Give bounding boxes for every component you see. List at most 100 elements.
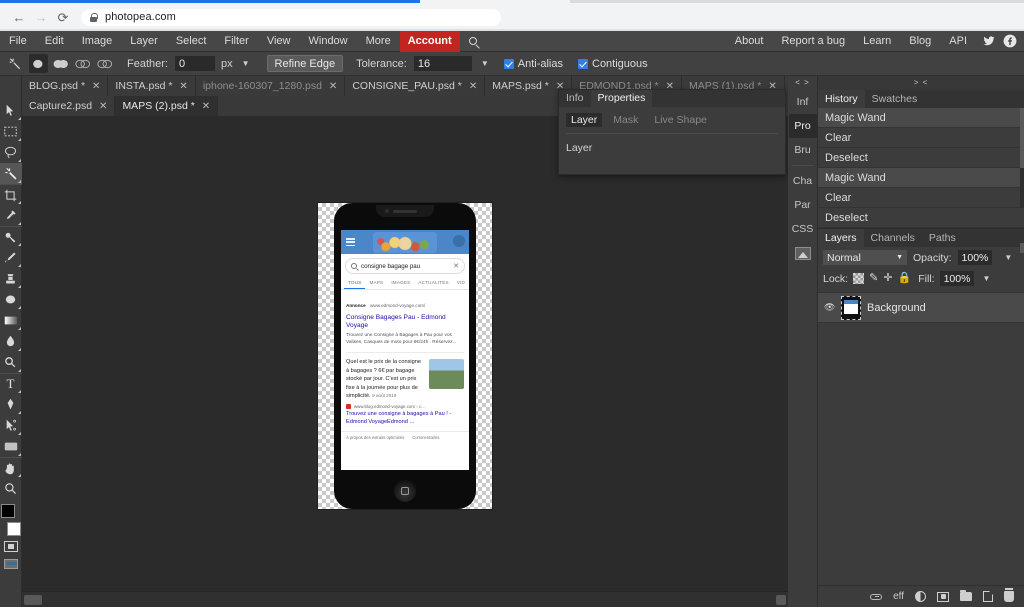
lock-move-icon[interactable]: ✛ — [883, 273, 892, 284]
eraser-tool[interactable] — [0, 289, 22, 310]
crop-tool[interactable] — [0, 184, 22, 205]
close-icon[interactable]: ✕ — [92, 81, 100, 92]
address-bar[interactable]: photopea.com — [81, 8, 501, 26]
delete-layer-icon[interactable] — [1004, 588, 1014, 602]
account-avatar-icon[interactable] — [453, 235, 465, 247]
opacity-input[interactable]: 100% — [957, 250, 993, 265]
search-icon[interactable] — [460, 37, 486, 45]
menu-window[interactable]: Window — [300, 31, 357, 52]
ad-result[interactable]: Annonce www.edmond-voyage.com/ Consigne … — [341, 290, 469, 354]
twitter-icon[interactable] — [981, 33, 997, 49]
lock-paint-icon[interactable]: ✎ — [869, 273, 878, 284]
new-group-icon[interactable] — [960, 589, 972, 601]
selection-mode-add[interactable] — [51, 54, 70, 73]
close-icon[interactable]: ✕ — [179, 81, 187, 92]
screen-mode-icon[interactable] — [0, 555, 22, 573]
tolerance-input[interactable]: 16 — [413, 56, 472, 71]
history-scrollbar[interactable] — [1020, 108, 1024, 208]
menu-more[interactable]: More — [357, 31, 400, 52]
tab-info[interactable]: Info — [559, 90, 591, 107]
google-doodle-icon[interactable] — [373, 232, 437, 253]
tolerance-dropdown-icon[interactable]: ▼ — [481, 59, 489, 68]
image-icon[interactable] — [789, 241, 817, 265]
magic-wand-tool[interactable] — [0, 163, 22, 184]
selection-mode-new[interactable] — [29, 54, 48, 73]
blend-mode-select[interactable]: Normal ▼ — [823, 250, 907, 265]
hand-tool[interactable] — [0, 457, 22, 478]
foreground-color-swatch[interactable] — [0, 504, 15, 518]
close-icon[interactable]: ✕ — [99, 101, 107, 112]
move-tool[interactable] — [0, 100, 22, 121]
menu-edit[interactable]: Edit — [36, 31, 73, 52]
layer-mask-icon[interactable] — [937, 591, 949, 602]
result-tab-maps[interactable]: MAPS — [365, 277, 387, 289]
document-tab[interactable]: INSTA.psd * ✕ — [108, 76, 196, 96]
link-layers-icon[interactable] — [870, 593, 883, 600]
history-item[interactable]: Magic Wand — [818, 108, 1024, 128]
lasso-tool[interactable] — [0, 142, 22, 163]
menu-filter[interactable]: Filter — [215, 31, 257, 52]
contiguous-checkbox[interactable]: Contiguous — [578, 58, 648, 70]
back-arrow-icon[interactable]: ← — [8, 6, 30, 28]
tab-layers[interactable]: Layers — [818, 229, 864, 247]
tab-channels[interactable]: Channels — [864, 229, 922, 247]
color-swatches[interactable] — [0, 503, 22, 537]
menu-layer[interactable]: Layer — [121, 31, 167, 52]
adjustment-layer-icon[interactable] — [915, 591, 926, 602]
ad-title[interactable]: Consigne Bagages Pau - Edmond Voyage — [346, 314, 464, 330]
refine-edge-button[interactable]: Refine Edge — [266, 55, 344, 72]
history-item[interactable]: Clear — [818, 128, 1024, 148]
feather-dropdown-icon[interactable]: ▼ — [242, 59, 250, 68]
snippet-feedback-link[interactable]: Commentaires — [412, 435, 439, 440]
snippet-link-title[interactable]: Trouvez une consigne à bagages à Pau ! -… — [341, 409, 469, 426]
path-select-tool[interactable] — [0, 415, 22, 436]
layer-row[interactable]: 👁 Background — [818, 293, 1024, 323]
rail-item-channels[interactable]: Cha — [789, 169, 817, 193]
lock-transparency-icon[interactable] — [853, 273, 865, 284]
gradient-tool[interactable] — [0, 310, 22, 331]
clear-icon[interactable]: ✕ — [453, 263, 459, 270]
history-item[interactable]: Deselect — [818, 208, 1024, 228]
fill-dropdown-icon[interactable]: ▼ — [982, 274, 990, 283]
close-icon[interactable]: ✕ — [329, 81, 337, 92]
background-color-swatch[interactable] — [6, 522, 21, 536]
result-tab-actualites[interactable]: ACTUALITÉS — [414, 277, 452, 289]
lock-all-icon[interactable]: 🔒 — [898, 273, 912, 284]
subtab-layer[interactable]: Layer — [566, 113, 603, 127]
fill-input[interactable]: 100% — [939, 271, 975, 286]
reload-icon[interactable]: ⟳ — [52, 6, 74, 28]
history-item[interactable]: Deselect — [818, 148, 1024, 168]
marquee-tool[interactable] — [0, 121, 22, 142]
quick-mask-icon[interactable] — [0, 537, 22, 555]
tab-history[interactable]: History — [818, 90, 865, 108]
close-icon[interactable]: ✕ — [202, 101, 210, 112]
healing-brush-tool[interactable] — [0, 226, 22, 247]
result-tab-videos[interactable]: VID — [453, 277, 469, 289]
subtab-mask[interactable]: Mask — [608, 113, 643, 127]
scrollbar-thumb-right[interactable] — [776, 595, 786, 605]
link-api[interactable]: API — [940, 31, 976, 52]
eye-icon[interactable]: 👁 — [824, 302, 835, 313]
document-tab[interactable]: iphone-160307_1280.psd ✕ — [195, 76, 346, 96]
tab-swatches[interactable]: Swatches — [865, 90, 925, 108]
result-tab-images[interactable]: IMAGES — [387, 277, 414, 289]
feather-input[interactable]: 0 — [174, 56, 215, 71]
menu-view[interactable]: View — [258, 31, 300, 52]
blur-tool[interactable] — [0, 331, 22, 352]
document-tab-active[interactable]: MAPS (2).psd * ✕ — [115, 96, 219, 116]
subtab-live-shape[interactable]: Live Shape — [649, 113, 712, 127]
antialias-checkbox[interactable]: Anti-alias — [503, 58, 563, 70]
brush-tool[interactable] — [0, 247, 22, 268]
result-tab-tous[interactable]: TOUS — [344, 277, 366, 289]
rail-item-properties[interactable]: Pro — [788, 114, 817, 138]
rail-collapse-icon[interactable]: < > — [795, 76, 810, 90]
type-tool[interactable]: T — [0, 373, 22, 394]
document-canvas[interactable]: consigne bagage pau ✕ TOUS MAPS IMAGES A… — [318, 203, 492, 509]
canvas-area[interactable]: consigne bagage pau ✕ TOUS MAPS IMAGES A… — [22, 116, 788, 591]
rail-item-info[interactable]: Inf — [789, 90, 817, 114]
google-search-input[interactable]: consigne bagage pau ✕ — [345, 258, 465, 274]
tab-properties[interactable]: Properties — [590, 90, 653, 107]
link-blog[interactable]: Blog — [900, 31, 940, 52]
document-tab[interactable]: CONSIGNE_PAU.psd * ✕ — [345, 76, 486, 96]
snippet-thumbnail[interactable] — [429, 359, 464, 390]
